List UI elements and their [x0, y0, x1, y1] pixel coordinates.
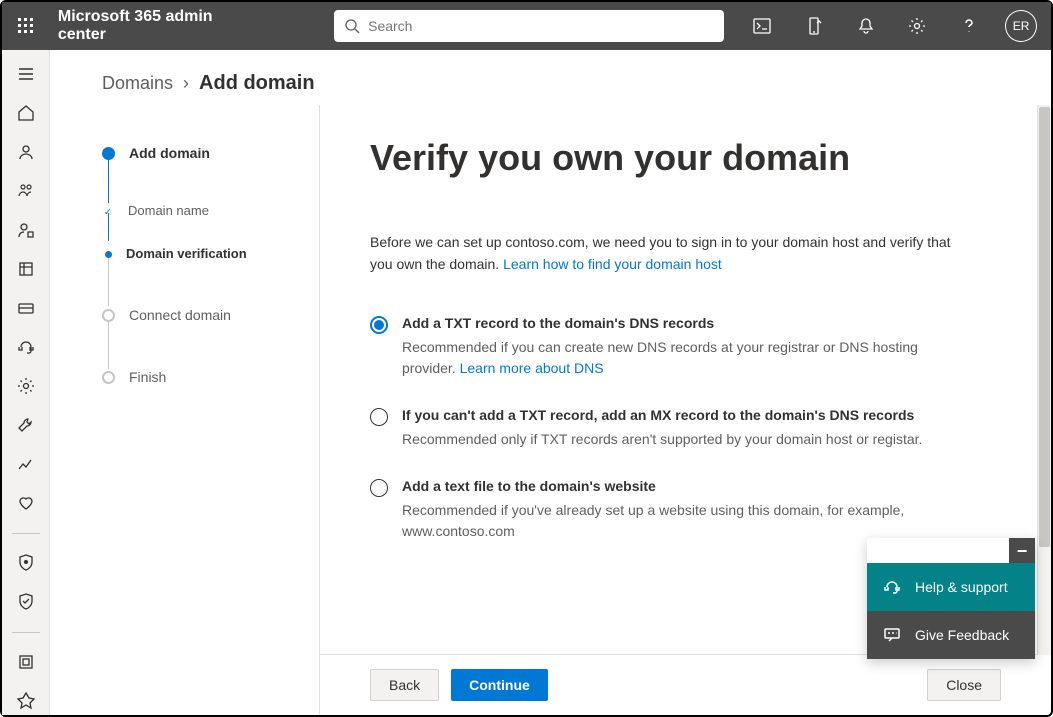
step-domain-name: Domain name [128, 203, 209, 246]
step-add-domain: Add domain [129, 145, 210, 203]
app-launcher-icon[interactable] [10, 10, 42, 42]
reports-icon[interactable] [8, 451, 44, 478]
step-domain-verification: Domain verification [126, 246, 247, 307]
customize-icon[interactable] [8, 688, 44, 715]
compliance-icon[interactable] [8, 589, 44, 616]
radio-selected[interactable] [370, 316, 388, 334]
radio-unselected[interactable] [370, 479, 388, 497]
step-dot-pending [102, 371, 115, 384]
teams-icon[interactable] [8, 177, 44, 204]
support-icon[interactable] [8, 333, 44, 360]
floating-help-panel: − Help & support Give Feedback [867, 538, 1035, 659]
setup-icon[interactable] [8, 412, 44, 439]
all-admin-icon[interactable] [8, 649, 44, 676]
step-finish: Finish [129, 369, 166, 427]
search-icon [344, 18, 360, 34]
intro-link[interactable]: Learn how to find your domain host [503, 256, 722, 272]
verification-options: Add a TXT record to the domain's DNS rec… [370, 315, 950, 542]
headset-icon [883, 578, 901, 596]
give-feedback-button[interactable]: Give Feedback [867, 611, 1035, 659]
opt1-desc: Recommended if you can create new DNS re… [402, 337, 950, 379]
opt2-label: If you can't add a TXT record, add an MX… [402, 407, 922, 423]
scrollbar-thumb[interactable] [1039, 107, 1050, 547]
step-check-icon: ✓ [102, 206, 114, 218]
page-heading: Verify you own your domain [370, 135, 991, 180]
left-nav-rail [2, 50, 50, 715]
chevron-right-icon: › [183, 73, 189, 94]
step-dot-active [102, 147, 115, 160]
breadcrumb: Domains › Add domain [50, 50, 1051, 105]
search-box[interactable] [334, 10, 724, 42]
option-txt-record[interactable]: Add a TXT record to the domain's DNS rec… [370, 315, 950, 379]
opt1-link[interactable]: Learn more about DNS [460, 360, 604, 376]
mobile-icon[interactable] [792, 2, 836, 50]
option-mx-record[interactable]: If you can't add a TXT record, add an MX… [370, 407, 950, 450]
scrollbar[interactable] [1037, 105, 1051, 655]
help-icon[interactable] [947, 2, 991, 50]
wizard-footer: Back Continue Close [320, 654, 1051, 715]
opt3-label: Add a text file to the domain's website [402, 478, 950, 494]
collapse-icon[interactable]: − [1009, 538, 1035, 564]
opt2-desc: Recommended only if TXT records aren't s… [402, 429, 922, 450]
gear-icon[interactable] [896, 2, 940, 50]
radio-unselected[interactable] [370, 408, 388, 426]
option-text-file[interactable]: Add a text file to the domain's website … [370, 478, 950, 542]
breadcrumb-parent[interactable]: Domains [102, 73, 173, 94]
breadcrumb-current: Add domain [199, 72, 315, 95]
top-bar: Microsoft 365 admin center ER [2, 2, 1051, 50]
resources-icon[interactable] [8, 255, 44, 282]
close-button[interactable]: Close [927, 669, 1001, 701]
settings-icon[interactable] [8, 373, 44, 400]
opt3-desc: Recommended if you've already set up a w… [402, 500, 950, 542]
wizard-stepper: Add domain ✓ Domain name Domain verifica… [50, 105, 320, 715]
billing-icon[interactable] [8, 294, 44, 321]
feedback-icon [883, 626, 901, 644]
health-icon[interactable] [8, 490, 44, 517]
step-dot-current [105, 251, 112, 258]
app-title: Microsoft 365 admin center [58, 8, 264, 44]
hamburger-icon[interactable] [8, 60, 44, 87]
shell-icon[interactable] [740, 2, 784, 50]
content-column: Domains › Add domain Add domain ✓ Domain… [50, 50, 1051, 715]
search-input[interactable] [368, 18, 714, 34]
roles-icon[interactable] [8, 216, 44, 243]
bell-icon[interactable] [844, 2, 888, 50]
opt1-label: Add a TXT record to the domain's DNS rec… [402, 315, 950, 331]
step-dot-pending [102, 309, 115, 322]
home-icon[interactable] [8, 99, 44, 126]
back-button[interactable]: Back [370, 669, 439, 701]
user-icon[interactable] [8, 138, 44, 165]
intro-text: Before we can set up contoso.com, we nee… [370, 232, 970, 275]
step-connect-domain: Connect domain [129, 307, 231, 369]
help-support-button[interactable]: Help & support [867, 563, 1035, 611]
security-icon[interactable] [8, 550, 44, 577]
avatar[interactable]: ER [1005, 10, 1037, 42]
continue-button[interactable]: Continue [451, 669, 548, 701]
